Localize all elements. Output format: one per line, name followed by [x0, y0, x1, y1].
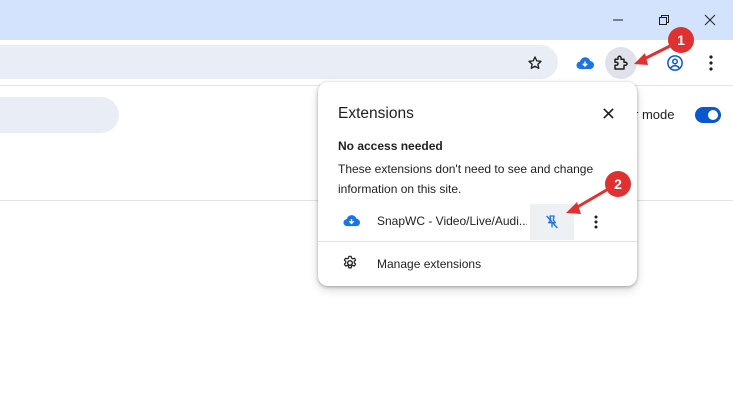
callout-1: 1 [668, 27, 694, 53]
browser-toolbar [0, 40, 733, 86]
callout-2: 2 [605, 171, 631, 197]
section-heading: No access needed [338, 139, 443, 153]
puzzle-icon [614, 55, 628, 70]
pin-extension-button[interactable] [530, 204, 574, 240]
page-search-field[interactable] [0, 97, 119, 133]
address-bar[interactable] [0, 45, 558, 79]
bookmark-button[interactable] [519, 47, 551, 79]
manage-extensions-item[interactable]: Manage extensions [318, 252, 637, 276]
popup-title: Extensions [338, 105, 414, 122]
snapwc-toolbar-button[interactable] [569, 47, 601, 79]
popup-divider [318, 241, 637, 242]
cloud-download-icon [576, 57, 594, 70]
cloud-download-icon [343, 214, 361, 232]
minimize-button[interactable] [595, 0, 641, 40]
popup-close-button[interactable] [596, 101, 620, 125]
extension-name: SnapWC - Video/Live/Audi... [377, 214, 527, 228]
star-icon [528, 56, 542, 69]
browser-menu-button[interactable] [695, 47, 727, 79]
close-icon [602, 107, 614, 119]
restore-icon [659, 15, 669, 25]
toggle-knob [708, 110, 718, 120]
mode-toggle[interactable] [695, 107, 721, 123]
manage-extensions-label: Manage extensions [377, 257, 482, 271]
extension-more-button[interactable] [584, 210, 608, 234]
minimize-icon [613, 19, 623, 21]
extensions-button[interactable] [605, 47, 637, 79]
unpin-icon [546, 215, 558, 229]
account-circle-icon [667, 55, 683, 71]
mode-label: r mode [634, 107, 675, 122]
extension-row[interactable]: SnapWC - Video/Live/Audi... [318, 204, 637, 240]
title-bar [0, 0, 733, 40]
kebab-menu-icon [709, 55, 713, 71]
extensions-popup: Extensions No access needed These extens… [318, 82, 637, 286]
close-icon [704, 14, 716, 26]
gear-icon [342, 255, 358, 276]
kebab-menu-icon [594, 215, 598, 229]
section-description: These extensions don't need to see and c… [338, 162, 594, 196]
close-window-button[interactable] [687, 0, 733, 40]
